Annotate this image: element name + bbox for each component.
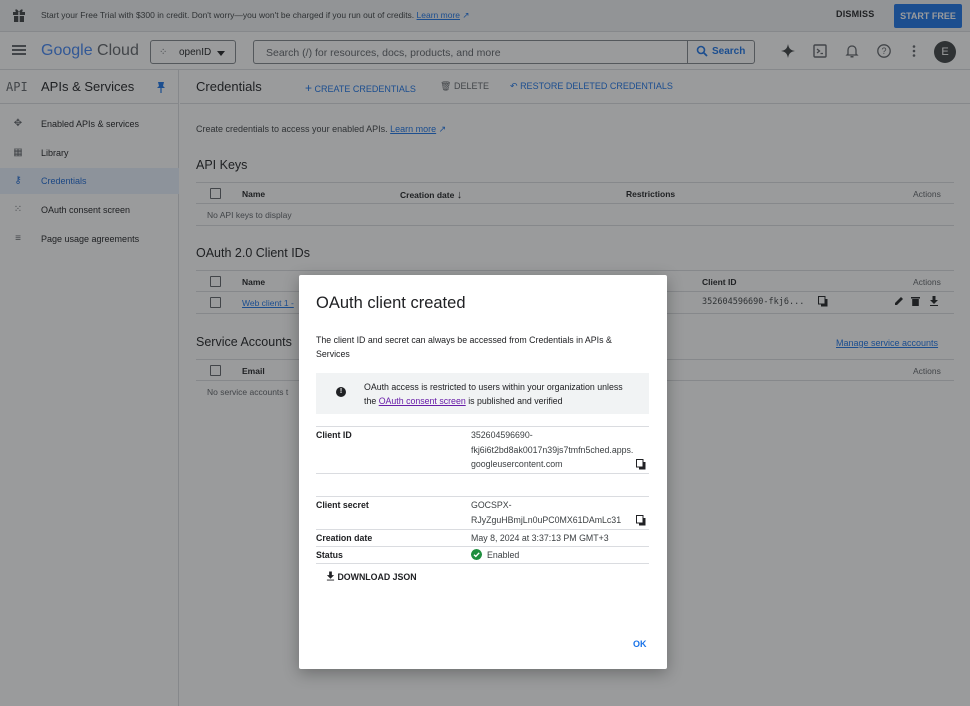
download-json-button[interactable]: DOWNLOAD JSON	[326, 571, 417, 582]
client-id-value: 352604596690- fkj6i6t2bd8ak0017n39js7tmf…	[471, 430, 634, 469]
dialog-title: OAuth client created	[316, 294, 466, 312]
status-label: Status	[316, 550, 343, 560]
creation-date-label: Creation date	[316, 533, 373, 543]
client-secret-value: GOCSPX- RJyZguHBmjLn0uPC0MX61DAmLc31	[471, 500, 622, 525]
info-text: OAuth access is restricted to users with…	[364, 382, 623, 406]
divider	[316, 529, 649, 530]
ok-button[interactable]: OK	[633, 639, 647, 649]
divider	[316, 546, 649, 547]
divider	[316, 496, 649, 497]
info-icon: !	[336, 387, 346, 397]
divider	[316, 563, 649, 564]
copy-client-secret-icon[interactable]	[636, 515, 646, 526]
oauth-created-dialog: OAuth client created The client ID and s…	[299, 275, 667, 669]
status-value: Enabled	[487, 550, 520, 560]
download-icon	[326, 571, 335, 581]
client-secret-label: Client secret	[316, 500, 369, 510]
creation-date-value: May 8, 2024 at 3:37:13 PM GMT+3	[471, 533, 609, 543]
dialog-description: The client ID and secret can always be a…	[316, 335, 612, 359]
oauth-consent-screen-link[interactable]: OAuth consent screen	[379, 396, 466, 406]
client-id-label: Client ID	[316, 430, 352, 440]
info-notice: ! OAuth access is restricted to users wi…	[316, 373, 649, 414]
divider	[316, 473, 649, 474]
copy-client-id-icon[interactable]	[636, 459, 646, 470]
check-circle-icon	[471, 549, 482, 560]
divider	[316, 426, 649, 427]
